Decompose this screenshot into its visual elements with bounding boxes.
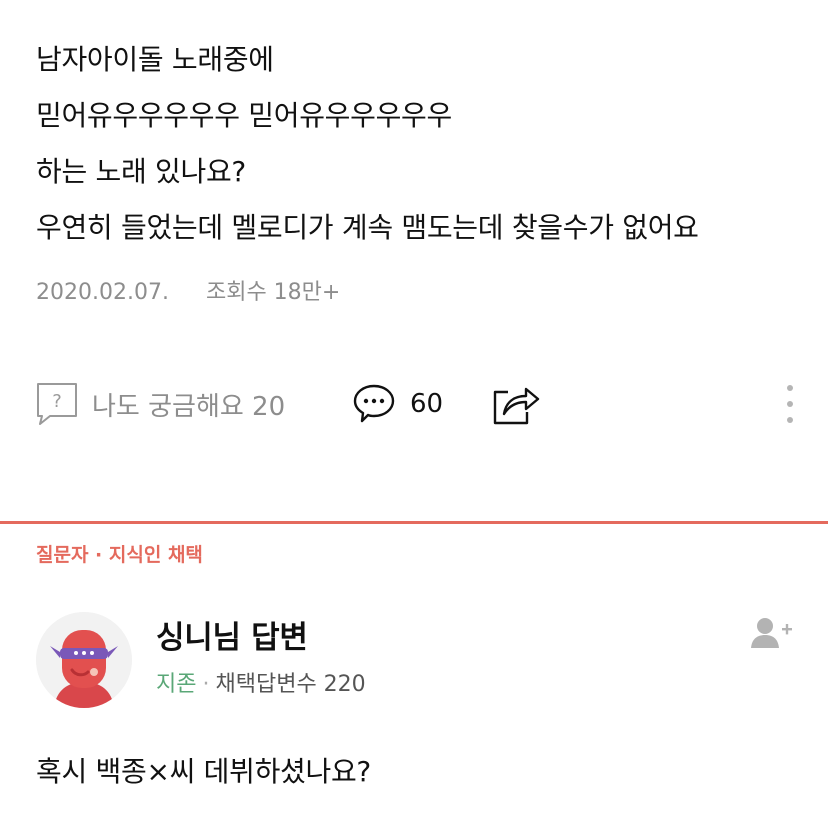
- author-grade: 지존: [156, 672, 197, 697]
- meta-separator: ·: [202, 672, 210, 697]
- question-body: 남자아이돌 노래중에 믿어유우우우우우 믿어유우우우우우 하는 노래 있나요? …: [36, 32, 792, 256]
- answer-author-title[interactable]: 싱니님 답변: [156, 612, 308, 657]
- add-user-icon: [751, 618, 792, 648]
- question-bubble-icon: ?: [37, 383, 77, 425]
- action-bar: ? 나도 궁금해요 20 60: [0, 372, 828, 436]
- curious-button[interactable]: ? 나도 궁금해요 20: [36, 372, 285, 436]
- curious-label: 나도 궁금해요 20: [92, 391, 286, 422]
- share-icon: [493, 387, 540, 425]
- section-divider: [0, 521, 828, 524]
- avatar[interactable]: [36, 612, 132, 708]
- share-button[interactable]: [492, 372, 540, 436]
- svg-text:?: ?: [52, 391, 62, 412]
- comment-icon: [353, 384, 395, 423]
- answer-text: 혹시 백종×씨 데뷔하셨나요?: [36, 755, 371, 788]
- answer-author-meta: 지존 · 채택답변수 220: [156, 666, 366, 698]
- question-line: 우연히 들었는데 멜로디가 계속 맴도는데 찾을수가 없어요: [36, 211, 699, 244]
- comment-count: 60: [410, 389, 444, 419]
- more-options-button[interactable]: [778, 372, 802, 436]
- more-vertical-icon: [787, 385, 793, 423]
- question-meta: 2020.02.07. 조회수 18만+: [36, 274, 340, 306]
- question-line: 남자아이돌 노래중에: [36, 43, 274, 76]
- question-date: 2020.02.07.: [36, 280, 169, 305]
- question-line: 하는 노래 있나요?: [36, 155, 246, 188]
- comment-button[interactable]: 60: [352, 372, 443, 436]
- chosen-badge: 질문자 · 지식인 채택: [36, 544, 203, 566]
- adopted-count: 채택답변수 220: [215, 672, 366, 697]
- view-count: 조회수 18만+: [205, 280, 341, 305]
- robot-avatar-icon: [36, 612, 132, 708]
- follow-button[interactable]: [750, 616, 794, 654]
- question-line: 믿어유우우우우우 믿어유우우우우우: [36, 99, 452, 132]
